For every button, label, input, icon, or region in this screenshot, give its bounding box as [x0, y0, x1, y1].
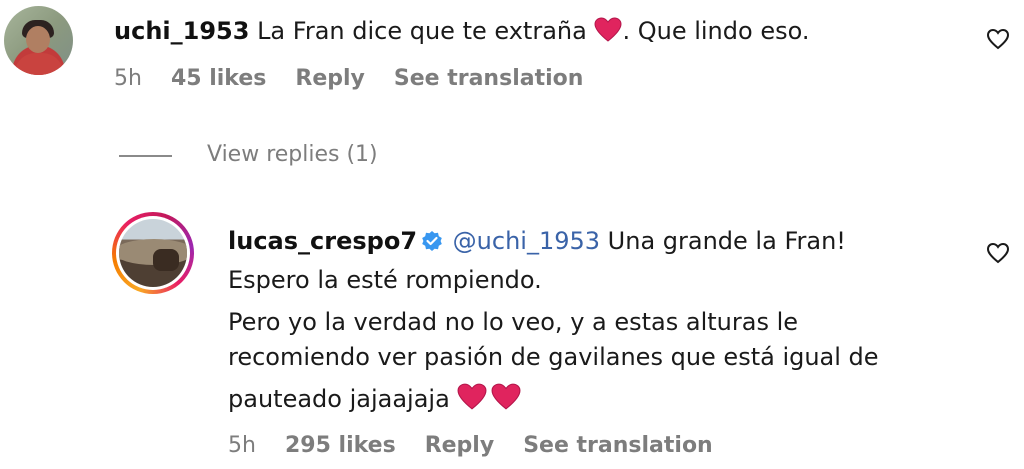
reply-line-4: recomiendo ver pasión de gavilanes que e…: [228, 343, 879, 371]
comment-likes[interactable]: 45 likes: [171, 66, 266, 91]
heart-emoji-icon: [457, 383, 487, 410]
like-heart-icon[interactable]: [986, 28, 1010, 50]
reply-line-5: pauteado jajaajaja: [228, 385, 450, 413]
reply-line-5-wrap: pauteado jajaajaja: [228, 383, 521, 411]
reply-first-line: lucas_crespo7 @uchi_1953 Una grande la F…: [228, 229, 846, 253]
reply-mention[interactable]: @uchi_1953: [453, 227, 600, 255]
heart-emoji-icon: [594, 17, 622, 42]
comment-time: 5h: [114, 66, 142, 91]
reply-username[interactable]: lucas_crespo7: [228, 227, 417, 255]
avatar-lucas-story-ring[interactable]: [112, 212, 194, 294]
comment-meta: 5h 45 likes Reply See translation: [114, 66, 583, 91]
like-heart-icon[interactable]: [986, 242, 1010, 264]
view-replies-divider: [119, 155, 172, 157]
reply-line-3: Pero yo la verdad no lo veo, y a estas a…: [228, 308, 799, 336]
reply-likes[interactable]: 295 likes: [285, 433, 396, 458]
comment-see-translation[interactable]: See translation: [394, 66, 584, 91]
heart-emoji-icon: [491, 383, 521, 410]
avatar-uchi[interactable]: [4, 6, 73, 75]
view-replies-button[interactable]: View replies (1): [207, 142, 378, 167]
reply-meta: 5h 295 likes Reply See translation: [228, 433, 713, 458]
reply-reply-button[interactable]: Reply: [425, 433, 495, 458]
avatar-lucas[interactable]: [119, 219, 187, 287]
comment-username[interactable]: uchi_1953: [114, 17, 249, 45]
verified-badge-icon: [422, 231, 442, 251]
reply-see-translation[interactable]: See translation: [523, 433, 713, 458]
reply-time: 5h: [228, 433, 256, 458]
reply-line-2: Espero la esté rompiendo.: [228, 266, 542, 294]
reply-line-1: Una grande la Fran!: [607, 227, 846, 255]
comment-line: uchi_1953 La Fran dice que te extraña . …: [114, 17, 809, 43]
comment-reply-button[interactable]: Reply: [295, 66, 365, 91]
comment-text-after: . Que lindo eso.: [622, 17, 810, 45]
comment-text: La Fran dice que te extraña: [257, 17, 587, 45]
